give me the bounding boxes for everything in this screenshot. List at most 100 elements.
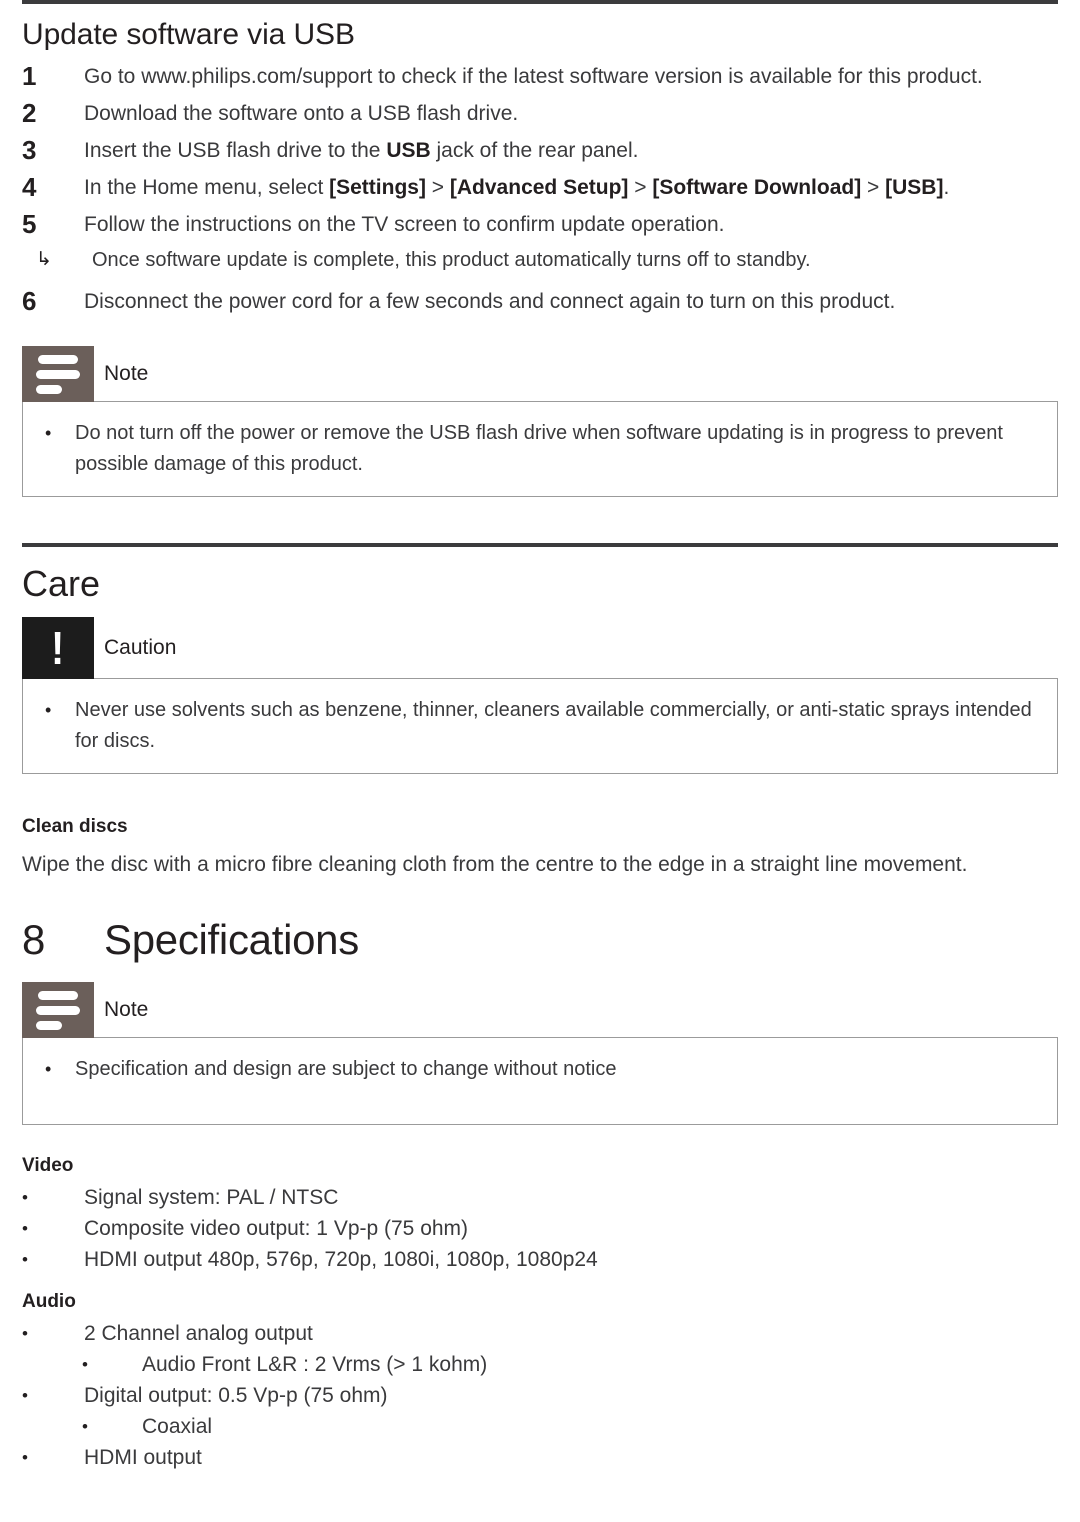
step-number: 5 (22, 209, 37, 239)
update-steps-list: 1 Go to www.philips.com/support to check… (0, 58, 1080, 320)
step-text: Go to www.philips.com/support to check i… (84, 65, 983, 88)
bullet-icon: • (45, 1059, 52, 1079)
spec-item-text: Audio Front L&R : 2 Vrms (> 1 kohm) (142, 1353, 488, 1376)
step-text-emphasis: USB (386, 139, 431, 162)
bullet-icon: • (22, 1386, 28, 1405)
step-item: 2 Download the software onto a USB flash… (22, 95, 1058, 132)
callout-item-text: Never use solvents such as benzene, thin… (75, 699, 1032, 752)
caution-callout: ! Caution • Never use solvents such as b… (22, 617, 1058, 774)
step-text-pre: Insert the USB flash drive to the (84, 139, 387, 162)
note-lines-icon (22, 346, 94, 402)
section-title-care: Care (22, 563, 101, 604)
spec-item-text: HDMI output 480p, 576p, 720p, 1080i, 108… (84, 1248, 598, 1271)
spec-list-audio: • 2 Channel analog output • Audio Front … (0, 1318, 1080, 1473)
menu-path-advanced-setup: [Advanced Setup] (449, 176, 629, 199)
chapter-title: Specifications (104, 916, 359, 963)
note-lines-icon (22, 982, 94, 1038)
callout-item-text: Specification and design are subject to … (75, 1058, 617, 1080)
callout-label: Caution (104, 636, 177, 659)
step-text-post: jack of the rear panel. (430, 139, 639, 162)
note-icon-bar (36, 369, 80, 379)
callout-label: Note (104, 362, 149, 385)
note-icon-bar (38, 354, 78, 364)
down-right-arrow-icon: ↳ (36, 249, 52, 270)
spec-item: • Digital output: 0.5 Vp-p (75 ohm) (22, 1380, 1080, 1411)
callout-item-text: Do not turn off the power or remove the … (75, 422, 1003, 475)
sub-step-item: ↳ Once software update is complete, this… (36, 243, 1080, 277)
callout-body: • Do not turn off the power or remove th… (22, 401, 1058, 497)
step-text: Disconnect the power cord for a few seco… (84, 290, 896, 313)
spec-item-text: Signal system: PAL / NTSC (84, 1186, 339, 1209)
step-item: 5 Follow the instructions on the TV scre… (22, 206, 1058, 243)
step-text-post: . (943, 176, 950, 199)
top-section-rule (22, 0, 1058, 4)
step-number: 4 (22, 172, 37, 202)
menu-path-settings: [Settings] (329, 176, 426, 199)
spec-item: • HDMI output (22, 1442, 1080, 1473)
step-text: Follow the instructions on the TV screen… (84, 213, 725, 236)
callout-body: • Specification and design are subject t… (22, 1037, 1058, 1125)
step-text: Download the software onto a USB flash d… (84, 102, 519, 125)
subsection-heading-clean-discs: Clean discs (22, 816, 128, 837)
spec-item-text: Digital output: 0.5 Vp-p (75 ohm) (84, 1384, 388, 1407)
callout-bullet-item: • Do not turn off the power or remove th… (37, 418, 1043, 480)
step-number: 3 (22, 135, 37, 165)
bullet-icon: • (22, 1219, 28, 1238)
step-item: 4 In the Home menu, select [Settings] > … (22, 169, 1058, 206)
exclamation-icon: ! (22, 617, 94, 679)
care-section-rule (22, 543, 1058, 547)
menu-path-sep: > (861, 176, 886, 199)
menu-path-sep: > (425, 176, 450, 199)
sub-step-text: Once software update is complete, this p… (92, 249, 811, 271)
note-icon-bar (36, 1020, 62, 1030)
step-text-pre: In the Home menu, select (84, 176, 330, 199)
step-number: 1 (22, 61, 37, 91)
note-icon-bar (38, 990, 78, 1000)
chapter-heading-specifications: 8 Specifications (22, 916, 1080, 964)
menu-path-usb: [USB] (885, 176, 944, 199)
step-number: 6 (22, 286, 37, 316)
spec-sub-item: • Coaxial (82, 1411, 1080, 1442)
bullet-icon: • (22, 1448, 28, 1467)
callout-tab: ! Caution (22, 617, 1058, 679)
spec-item: • 2 Channel analog output (22, 1318, 1080, 1349)
menu-path-software-download: [Software Download] (652, 176, 862, 199)
spec-item-text: Coaxial (142, 1415, 213, 1438)
step-item: 3 Insert the USB flash drive to the USB … (22, 132, 1058, 169)
clean-discs-paragraph: Wipe the disc with a micro fibre cleanin… (22, 853, 968, 876)
step-text: In the Home menu, select [Settings] > [A… (84, 169, 1058, 206)
callout-bullet-item: • Never use solvents such as benzene, th… (37, 695, 1043, 757)
note-callout-specifications: Note • Specification and design are subj… (22, 982, 1058, 1125)
step-number: 2 (22, 98, 37, 128)
bullet-icon: • (22, 1188, 28, 1207)
menu-path-sep: > (628, 176, 653, 199)
note-callout-update: Note • Do not turn off the power or remo… (22, 346, 1058, 497)
step-item: 6 Disconnect the power cord for a few se… (22, 283, 1058, 320)
callout-bullet-item: • Specification and design are subject t… (37, 1054, 1043, 1085)
spec-group-heading-audio: Audio (22, 1291, 76, 1312)
spec-item: • HDMI output 480p, 576p, 720p, 1080i, 1… (22, 1244, 1080, 1275)
callout-label: Note (104, 998, 149, 1021)
bullet-icon: • (45, 700, 52, 720)
step-text: Insert the USB flash drive to the USB ja… (84, 132, 1058, 169)
bullet-icon: • (22, 1250, 28, 1269)
spec-item: • Signal system: PAL / NTSC (22, 1182, 1080, 1213)
spec-group-heading-video: Video (22, 1155, 74, 1176)
spec-sub-item: • Audio Front L&R : 2 Vrms (> 1 kohm) (82, 1349, 1080, 1380)
note-icon-bar (36, 384, 62, 394)
callout-tab: Note (22, 346, 1058, 402)
bullet-icon: • (82, 1417, 88, 1436)
bullet-icon: • (82, 1355, 88, 1374)
bullet-icon: • (45, 423, 52, 443)
spec-item-text: HDMI output (84, 1446, 202, 1469)
spec-item: • Composite video output: 1 Vp-p (75 ohm… (22, 1213, 1080, 1244)
step-item: 1 Go to www.philips.com/support to check… (22, 58, 1058, 95)
note-icon-bar (36, 1005, 80, 1015)
chapter-number: 8 (22, 916, 46, 963)
spec-item-text: 2 Channel analog output (84, 1322, 313, 1345)
section-title-update-software: Update software via USB (22, 18, 355, 51)
document-page: Update software via USB 1 Go to www.phil… (0, 0, 1080, 1522)
callout-tab: Note (22, 982, 1058, 1038)
spec-list-video: • Signal system: PAL / NTSC • Composite … (0, 1182, 1080, 1275)
callout-body: • Never use solvents such as benzene, th… (22, 678, 1058, 774)
